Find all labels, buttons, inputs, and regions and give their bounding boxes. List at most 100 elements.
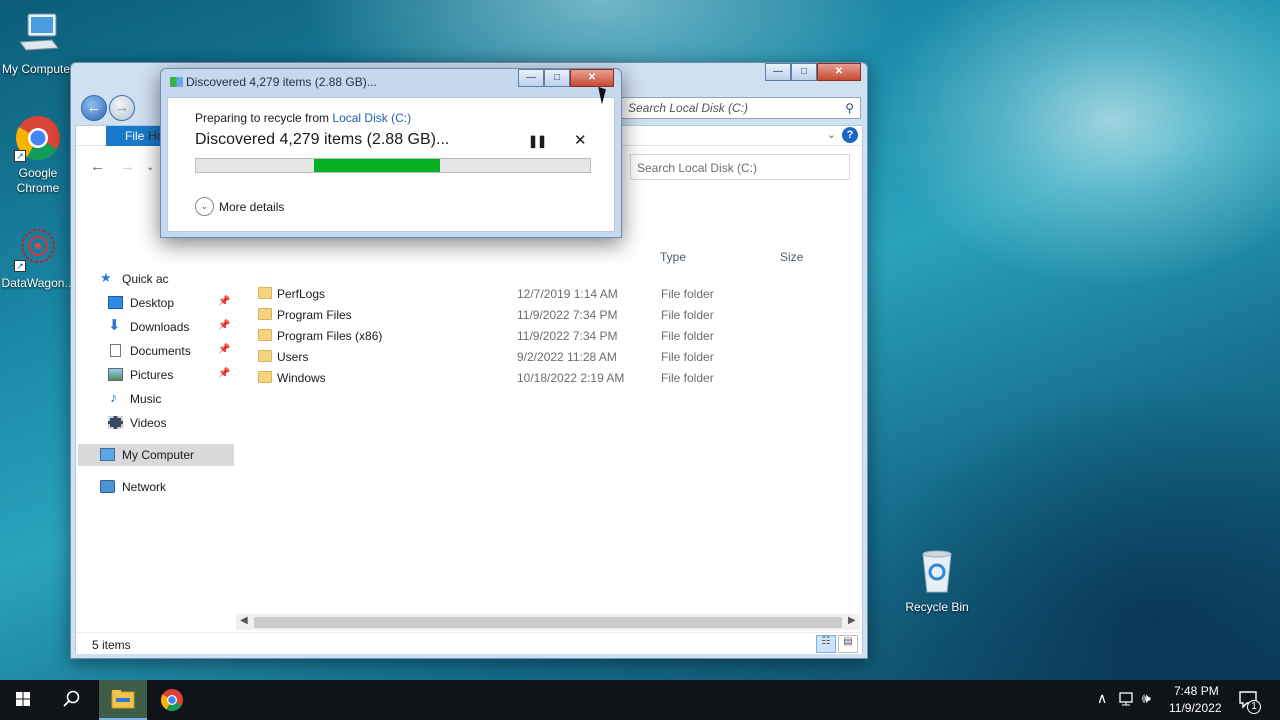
scrollbar-thumb[interactable] (254, 617, 842, 628)
star-icon: ★ (100, 270, 112, 285)
nav-item-videos[interactable]: Videos (76, 412, 232, 434)
file-date: 11/9/2022 7:34 PM (517, 308, 618, 322)
more-details-label: More details (219, 200, 285, 214)
maximize-button[interactable]: □ (791, 63, 817, 81)
desktop-icon-recycle-bin[interactable]: Recycle Bin (899, 548, 975, 615)
search-placeholder: Search Local Disk (C:) (628, 101, 749, 115)
close-button[interactable]: ✕ (570, 69, 614, 87)
windows-logo-icon (16, 692, 30, 706)
desktop-icon-label: My Computer (1, 62, 75, 76)
minimize-button[interactable]: — (765, 63, 791, 81)
pin-icon[interactable]: 📌 (218, 320, 230, 331)
search-button[interactable] (48, 680, 94, 720)
horizontal-scrollbar[interactable]: ◀ ▶ (236, 614, 860, 630)
folder-icon (258, 371, 272, 383)
nav-label: My Computer (122, 448, 195, 462)
chevron-down-icon[interactable]: ⌄ (827, 128, 836, 141)
nav-item-network[interactable]: Network (76, 476, 232, 498)
progress-fill (314, 159, 440, 172)
forward-button[interactable]: → (109, 95, 135, 121)
file-row[interactable]: Program Files (x86) 11/9/2022 7:34 PM Fi… (254, 326, 854, 347)
file-date: 12/7/2019 1:14 AM (517, 287, 618, 301)
music-note-icon: ♪ (110, 389, 117, 405)
minimize-button[interactable]: — (518, 69, 544, 87)
taskbar: ∧ 🕪 7:48 PM 11/9/2022 1 (0, 680, 1280, 720)
desktop-icon-label: Google Chrome (16, 166, 60, 195)
pictures-icon (108, 368, 123, 381)
pin-icon[interactable]: 📌 (218, 368, 230, 379)
file-date: 10/18/2022 2:19 AM (517, 371, 625, 385)
file-name: Program Files (x86) (277, 329, 383, 343)
desktop-icon-google-chrome[interactable]: ↗ Google Chrome (0, 114, 76, 196)
preparing-text: Preparing to recycle from Local Disk (C:… (195, 111, 411, 125)
forward-arrow-icon[interactable]: → (120, 158, 135, 175)
file-name: Windows (277, 371, 326, 385)
pin-icon[interactable]: 📌 (218, 296, 230, 307)
cancel-button[interactable]: ✕ (574, 131, 587, 149)
clock-date[interactable]: 11/9/2022 (1169, 701, 1222, 715)
scroll-right-icon[interactable]: ▶ (848, 615, 856, 626)
nav-item-my-computer[interactable]: My Computer (78, 444, 234, 466)
desktop-icon (108, 296, 123, 309)
nav-item-downloads[interactable]: ⬇ Downloads 📌 (76, 316, 232, 338)
preparing-prefix: Preparing to recycle from (195, 111, 333, 125)
nav-item-music[interactable]: ♪ Music (76, 388, 232, 410)
file-name: PerfLogs (277, 287, 326, 301)
search-icon[interactable]: ⚲ (845, 101, 854, 115)
dialog-caption-buttons: — □ ✕ (518, 69, 614, 87)
file-row[interactable]: Users 9/2/2022 11:28 AM File folder (254, 347, 854, 368)
recycle-progress-dialog[interactable]: Discovered 4,279 items (2.88 GB)... — □ … (160, 68, 622, 238)
back-button[interactable]: ← (81, 95, 107, 121)
maximize-button[interactable]: □ (544, 69, 570, 87)
details-view-button[interactable]: ☷ (816, 635, 836, 653)
column-header-type[interactable]: Type (660, 250, 686, 264)
desktop-icon-my-computer[interactable]: My Computer (0, 10, 76, 77)
large-icons-view-button[interactable]: ▤ (838, 635, 858, 653)
search-input-placeholder: Search Local Disk (C:) (637, 161, 758, 175)
close-button[interactable]: ✕ (817, 63, 861, 81)
nav-label: Music (130, 392, 162, 406)
pin-icon[interactable]: 📌 (218, 344, 230, 355)
taskbar-google-chrome[interactable] (149, 680, 195, 720)
file-type: File folder (661, 308, 714, 322)
desktop-icon-datawagon[interactable]: ↗ DataWagon... (0, 224, 76, 291)
location-link[interactable]: Local Disk (C:) (332, 111, 411, 125)
chrome-icon (161, 689, 183, 711)
dialog-title: Discovered 4,279 items (2.88 GB)... (186, 75, 377, 89)
computer-icon (100, 448, 115, 461)
progress-headline: Discovered 4,279 items (2.88 GB)... (195, 131, 450, 148)
volume-icon[interactable]: 🕪 (1142, 690, 1151, 707)
folder-icon (258, 329, 272, 341)
nav-item-pictures[interactable]: Pictures 📌 (76, 364, 232, 386)
search-input[interactable]: Search Local Disk (C:) (630, 154, 850, 180)
help-icon[interactable]: ? (842, 127, 858, 143)
pause-button[interactable]: ❚❚ (528, 134, 547, 148)
network-icon[interactable] (1118, 691, 1136, 710)
nav-item-documents[interactable]: Documents 📌 (76, 340, 232, 362)
progress-bar (195, 158, 591, 173)
file-row[interactable]: Program Files 11/9/2022 7:34 PM File fol… (254, 305, 854, 326)
file-name: Program Files (277, 308, 352, 322)
file-type: File folder (661, 371, 714, 385)
nav-item-desktop[interactable]: Desktop 📌 (76, 292, 232, 314)
back-arrow-icon[interactable]: ← (90, 158, 105, 175)
file-type: File folder (661, 329, 714, 343)
folder-icon (258, 287, 272, 299)
file-date: 11/9/2022 7:34 PM (517, 329, 618, 343)
file-name: Users (277, 350, 309, 364)
clock-time[interactable]: 7:48 PM (1174, 684, 1219, 698)
taskbar-file-explorer[interactable] (99, 680, 147, 720)
column-header-size[interactable]: Size (780, 250, 803, 264)
start-button[interactable] (0, 680, 46, 720)
search-icon (63, 690, 80, 707)
nav-label: Desktop (130, 296, 175, 310)
file-row[interactable]: Windows 10/18/2022 2:19 AM File folder (254, 368, 854, 389)
desktop-icon-label: DataWagon... (1, 276, 75, 290)
file-row[interactable]: PerfLogs 12/7/2019 1:14 AM File folder (254, 284, 854, 305)
nav-item-quick-access[interactable]: ★ Quick ac (76, 268, 232, 290)
recent-dropdown-icon[interactable]: ⌄ (146, 162, 154, 173)
desktop-icon-label: Recycle Bin (905, 600, 969, 614)
scroll-left-icon[interactable]: ◀ (240, 615, 248, 626)
chevron-up-icon[interactable]: ∧ (1097, 690, 1107, 707)
search-box-top[interactable]: Search Local Disk (C:) ⚲ (621, 97, 861, 119)
